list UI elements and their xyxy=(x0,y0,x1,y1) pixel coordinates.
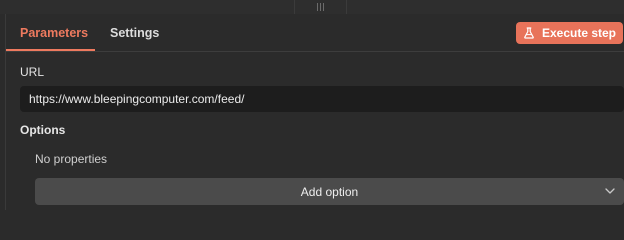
node-parameters-panel: Parameters Settings Execute step URL htt… xyxy=(5,14,624,210)
tab-bar: Parameters Settings Execute step xyxy=(6,14,624,52)
strip-divider-right xyxy=(346,0,347,14)
resize-grip-icon[interactable] xyxy=(317,3,324,11)
url-input[interactable]: https://www.bleepingcomputer.com/feed/ xyxy=(20,86,624,112)
tab-parameters[interactable]: Parameters xyxy=(20,26,88,40)
chevron-down-icon xyxy=(605,188,615,194)
execute-step-button[interactable]: Execute step xyxy=(516,22,623,44)
top-drag-strip xyxy=(0,0,624,14)
strip-divider-left xyxy=(294,0,295,14)
add-option-label: Add option xyxy=(300,184,359,199)
options-label: Options xyxy=(20,123,66,137)
url-label: URL xyxy=(20,65,45,79)
no-properties-text: No properties xyxy=(35,152,108,166)
url-input-value: https://www.bleepingcomputer.com/feed/ xyxy=(29,92,245,106)
flask-icon xyxy=(524,27,534,39)
tab-settings[interactable]: Settings xyxy=(110,26,159,40)
add-option-button[interactable]: Add option xyxy=(35,178,624,205)
execute-step-label: Execute step xyxy=(541,26,617,40)
active-tab-indicator xyxy=(6,49,95,51)
